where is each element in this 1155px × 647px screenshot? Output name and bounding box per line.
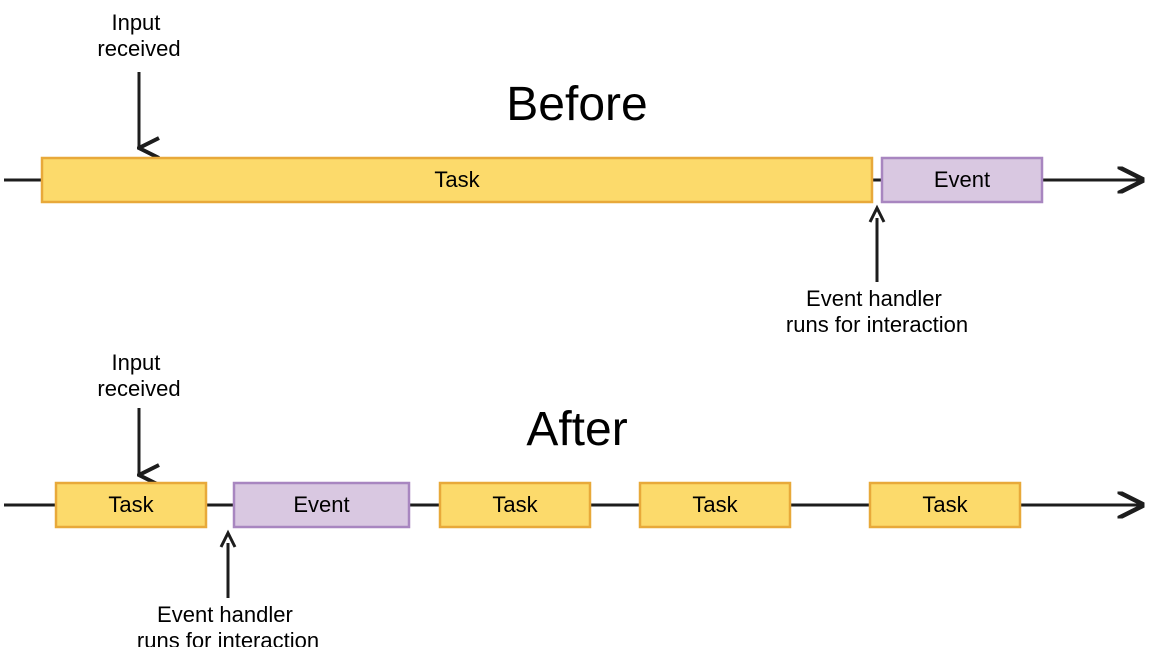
task-label: Task — [108, 492, 154, 517]
diagram-root: Before Input received Task Event Event ha… — [0, 0, 1155, 647]
task-label: Task — [434, 167, 480, 192]
task-block: Task — [440, 483, 590, 527]
task-block: Task — [640, 483, 790, 527]
task-block: Task — [42, 158, 872, 202]
event-label: Event — [293, 492, 349, 517]
after-title: After — [526, 403, 627, 456]
task-block: Task — [56, 483, 206, 527]
event-block: Event — [234, 483, 409, 527]
after-boxes: Task Event Task Task Task — [56, 483, 1020, 527]
task-block: Task — [870, 483, 1020, 527]
task-label: Task — [492, 492, 538, 517]
after-input-label: Input received — [97, 350, 180, 401]
task-label: Task — [692, 492, 738, 517]
before-input-label: Input received — [97, 10, 180, 61]
before-boxes: Task Event — [42, 158, 1042, 202]
event-block: Event — [882, 158, 1042, 202]
event-label: Event — [934, 167, 990, 192]
after-handler-label: Event handler runs for interaction — [137, 602, 319, 647]
before-title: Before — [506, 78, 647, 131]
task-label: Task — [922, 492, 968, 517]
before-handler-label: Event handler runs for interaction — [786, 286, 968, 337]
